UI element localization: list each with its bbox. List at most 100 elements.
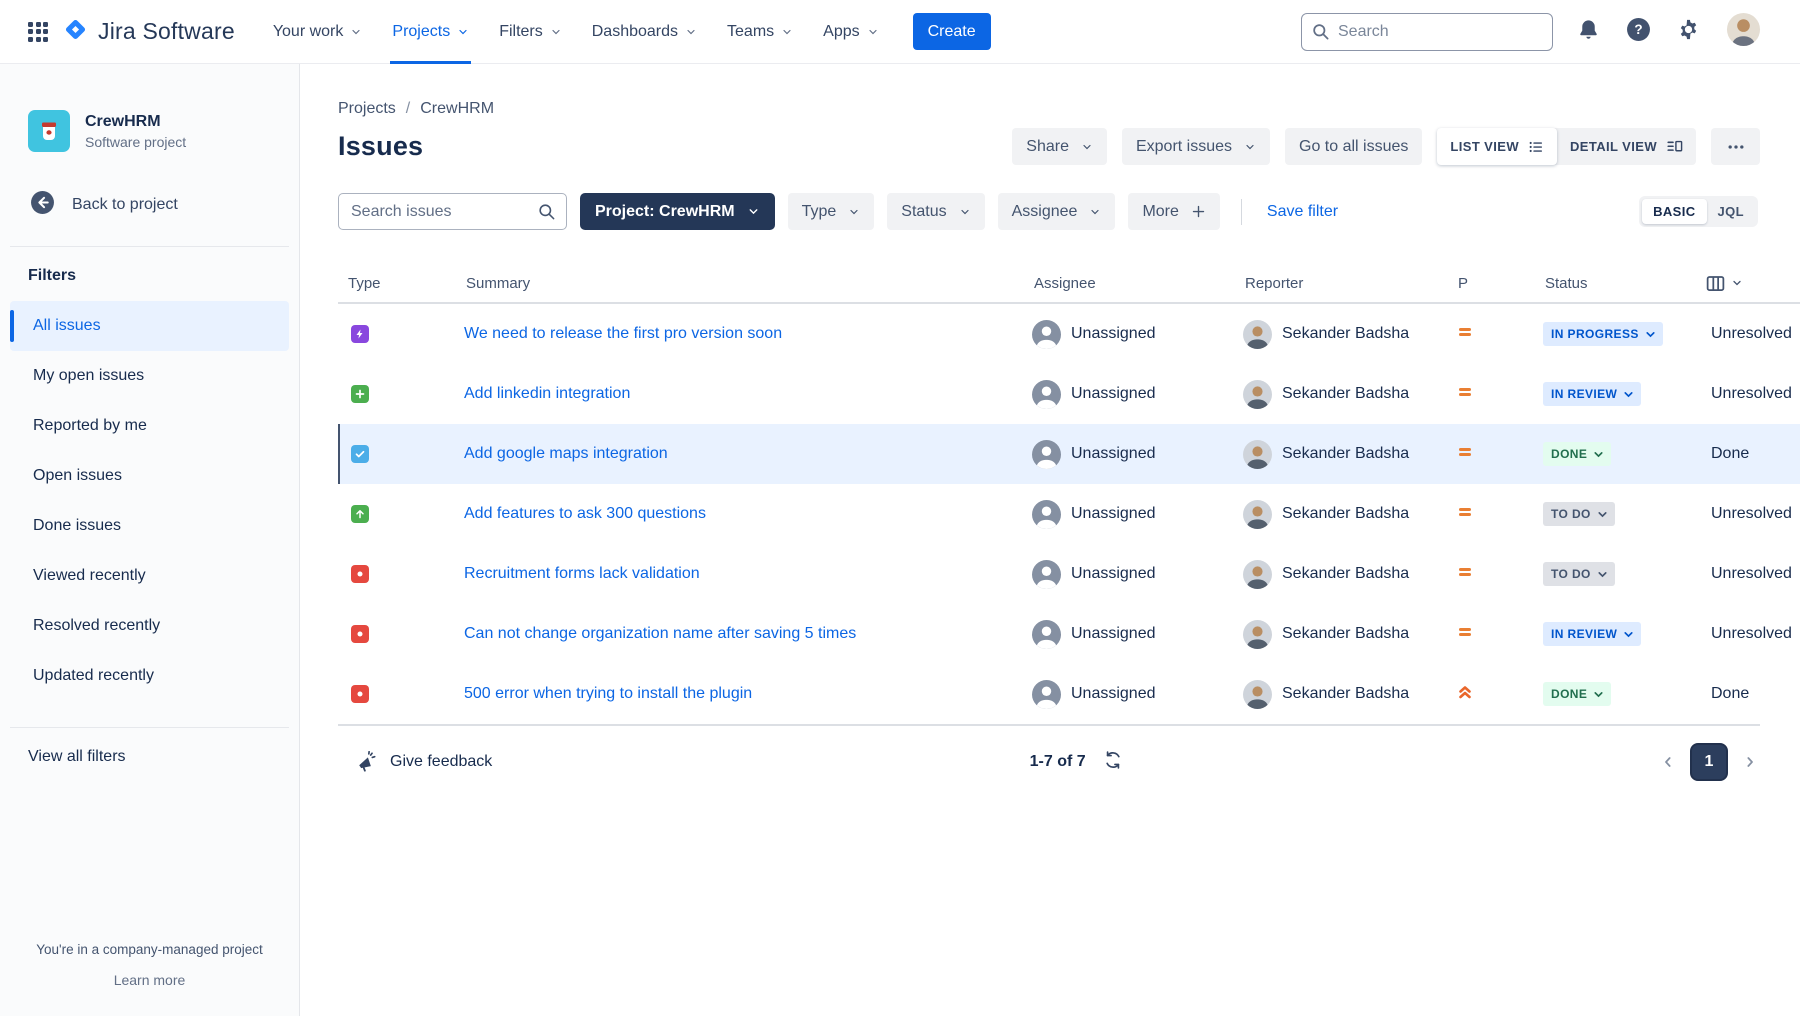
sidebar-item-updated-recently[interactable]: Updated recently bbox=[10, 651, 289, 701]
sidebar-item-reported-by-me[interactable]: Reported by me bbox=[10, 401, 289, 451]
reporter-cell[interactable]: Sekander Badsha bbox=[1243, 500, 1409, 529]
table-row[interactable]: Recruitment forms lack validation Unassi… bbox=[338, 544, 1800, 604]
refresh-icon[interactable] bbox=[1103, 750, 1123, 775]
priority-medium-icon bbox=[1456, 323, 1474, 346]
status-dropdown[interactable]: IN PROGRESS bbox=[1543, 322, 1663, 346]
breadcrumb-projects[interactable]: Projects bbox=[338, 100, 396, 118]
issue-summary-link[interactable]: Add google maps integration bbox=[464, 445, 668, 463]
assignee-cell[interactable]: Unassigned bbox=[1032, 500, 1156, 529]
status-filter-button[interactable]: Status bbox=[887, 193, 984, 230]
project-filter-button[interactable]: Project: CrewHRM bbox=[580, 193, 775, 230]
type-filter-button[interactable]: Type bbox=[788, 193, 875, 230]
assignee-cell[interactable]: Unassigned bbox=[1032, 620, 1156, 649]
status-dropdown[interactable]: DONE bbox=[1543, 682, 1611, 706]
reporter-cell[interactable]: Sekander Badsha bbox=[1243, 620, 1409, 649]
search-input[interactable] bbox=[1301, 13, 1553, 51]
configure-columns-button[interactable] bbox=[1705, 273, 1743, 294]
search-issues-input[interactable] bbox=[338, 193, 567, 230]
give-feedback-button[interactable]: Give feedback bbox=[356, 751, 492, 773]
chevron-down-icon bbox=[747, 205, 760, 218]
issue-summary-link[interactable]: We need to release the first pro version… bbox=[464, 325, 782, 343]
reporter-cell[interactable]: Sekander Badsha bbox=[1243, 560, 1409, 589]
create-button[interactable]: Create bbox=[913, 13, 991, 50]
more-actions-button[interactable] bbox=[1711, 128, 1760, 165]
next-page-icon[interactable] bbox=[1742, 754, 1758, 770]
reporter-cell[interactable]: Sekander Badsha bbox=[1243, 320, 1409, 349]
go-to-all-issues-button[interactable]: Go to all issues bbox=[1285, 128, 1422, 165]
back-arrow-icon bbox=[30, 190, 55, 220]
status-dropdown[interactable]: TO DO bbox=[1543, 502, 1615, 526]
table-row[interactable]: We need to release the first pro version… bbox=[338, 304, 1800, 364]
table-row[interactable]: 500 error when trying to install the plu… bbox=[338, 664, 1800, 724]
status-dropdown[interactable]: TO DO bbox=[1543, 562, 1615, 586]
jql-mode-toggle[interactable]: JQL bbox=[1707, 199, 1755, 224]
assignee-cell[interactable]: Unassigned bbox=[1032, 560, 1156, 589]
notifications-bell-icon[interactable] bbox=[1577, 18, 1600, 46]
view-switcher: LIST VIEW DETAIL VIEW bbox=[1437, 128, 1696, 165]
nav-your-work[interactable]: Your work bbox=[271, 0, 365, 64]
sidebar-item-resolved-recently[interactable]: Resolved recently bbox=[10, 601, 289, 651]
sidebar-item-open-issues[interactable]: Open issues bbox=[10, 451, 289, 501]
prev-page-icon[interactable] bbox=[1660, 754, 1676, 770]
priority-medium-icon bbox=[1456, 503, 1474, 526]
filters-heading: Filters bbox=[28, 267, 299, 285]
reporter-cell[interactable]: Sekander Badsha bbox=[1243, 380, 1409, 409]
reporter-avatar bbox=[1243, 380, 1272, 409]
reporter-cell[interactable]: Sekander Badsha bbox=[1243, 680, 1409, 709]
divider bbox=[10, 246, 289, 247]
assignee-cell[interactable]: Unassigned bbox=[1032, 440, 1156, 469]
assignee-cell[interactable]: Unassigned bbox=[1032, 380, 1156, 409]
sidebar-item-all-issues[interactable]: All issues bbox=[10, 301, 289, 351]
help-icon[interactable]: ? bbox=[1626, 17, 1651, 47]
issue-summary-link[interactable]: Recruitment forms lack validation bbox=[464, 565, 700, 583]
status-dropdown[interactable]: DONE bbox=[1543, 442, 1611, 466]
reporter-avatar bbox=[1243, 620, 1272, 649]
list-view-toggle[interactable]: LIST VIEW bbox=[1437, 128, 1557, 165]
chevron-down-icon bbox=[959, 206, 971, 218]
nav-projects[interactable]: Projects bbox=[390, 0, 471, 64]
back-to-project[interactable]: Back to project bbox=[30, 190, 299, 220]
filter-list: All issues My open issues Reported by me… bbox=[0, 301, 299, 701]
assignee-cell[interactable]: Unassigned bbox=[1032, 320, 1156, 349]
table-row[interactable]: Add linkedin integration Unassigned Seka… bbox=[338, 364, 1800, 424]
nav-filters[interactable]: Filters bbox=[497, 0, 564, 64]
issue-summary-link[interactable]: Can not change organization name after s… bbox=[464, 625, 856, 643]
status-dropdown[interactable]: IN REVIEW bbox=[1543, 622, 1641, 646]
learn-more-link[interactable]: Learn more bbox=[114, 972, 186, 988]
assignee-filter-button[interactable]: Assignee bbox=[998, 193, 1116, 230]
table-row-selected[interactable]: Add google maps integration Unassigned S… bbox=[338, 424, 1800, 484]
search-icon bbox=[537, 202, 556, 226]
issue-summary-link[interactable]: Add linkedin integration bbox=[464, 385, 630, 403]
nav-apps[interactable]: Apps bbox=[821, 0, 880, 64]
basic-mode-toggle[interactable]: BASIC bbox=[1642, 199, 1706, 224]
export-issues-button[interactable]: Export issues bbox=[1122, 128, 1270, 165]
reporter-cell[interactable]: Sekander Badsha bbox=[1243, 440, 1409, 469]
app-switcher-icon[interactable] bbox=[28, 22, 48, 42]
resolution-cell: Unresolved bbox=[1703, 565, 1800, 583]
sidebar-item-my-open-issues[interactable]: My open issues bbox=[10, 351, 289, 401]
share-button[interactable]: Share bbox=[1012, 128, 1107, 165]
detail-view-toggle[interactable]: DETAIL VIEW bbox=[1557, 128, 1696, 165]
nav-teams[interactable]: Teams bbox=[725, 0, 795, 64]
chevron-down-icon bbox=[1244, 141, 1256, 153]
settings-gear-icon[interactable] bbox=[1677, 18, 1700, 46]
view-all-filters-link[interactable]: View all filters bbox=[28, 748, 126, 766]
nav-dashboards[interactable]: Dashboards bbox=[590, 0, 699, 64]
user-avatar[interactable] bbox=[1726, 12, 1761, 52]
more-filters-button[interactable]: More bbox=[1128, 193, 1219, 230]
status-dropdown[interactable]: IN REVIEW bbox=[1543, 382, 1641, 406]
unassigned-avatar-icon bbox=[1032, 440, 1061, 469]
table-row[interactable]: Can not change organization name after s… bbox=[338, 604, 1800, 664]
improvement-icon bbox=[351, 505, 369, 523]
sidebar-item-done-issues[interactable]: Done issues bbox=[10, 501, 289, 551]
breadcrumb-crewhrm[interactable]: CrewHRM bbox=[420, 100, 494, 118]
page-1-button[interactable]: 1 bbox=[1690, 743, 1728, 781]
assignee-cell[interactable]: Unassigned bbox=[1032, 680, 1156, 709]
jira-logo[interactable]: Jira Software bbox=[62, 16, 235, 48]
issue-summary-link[interactable]: 500 error when trying to install the plu… bbox=[464, 685, 752, 703]
save-filter-button[interactable]: Save filter bbox=[1263, 203, 1342, 221]
issue-summary-link[interactable]: Add features to ask 300 questions bbox=[464, 505, 706, 523]
sidebar-item-viewed-recently[interactable]: Viewed recently bbox=[10, 551, 289, 601]
chevron-down-icon bbox=[848, 206, 860, 218]
table-row[interactable]: Add features to ask 300 questions Unassi… bbox=[338, 484, 1800, 544]
